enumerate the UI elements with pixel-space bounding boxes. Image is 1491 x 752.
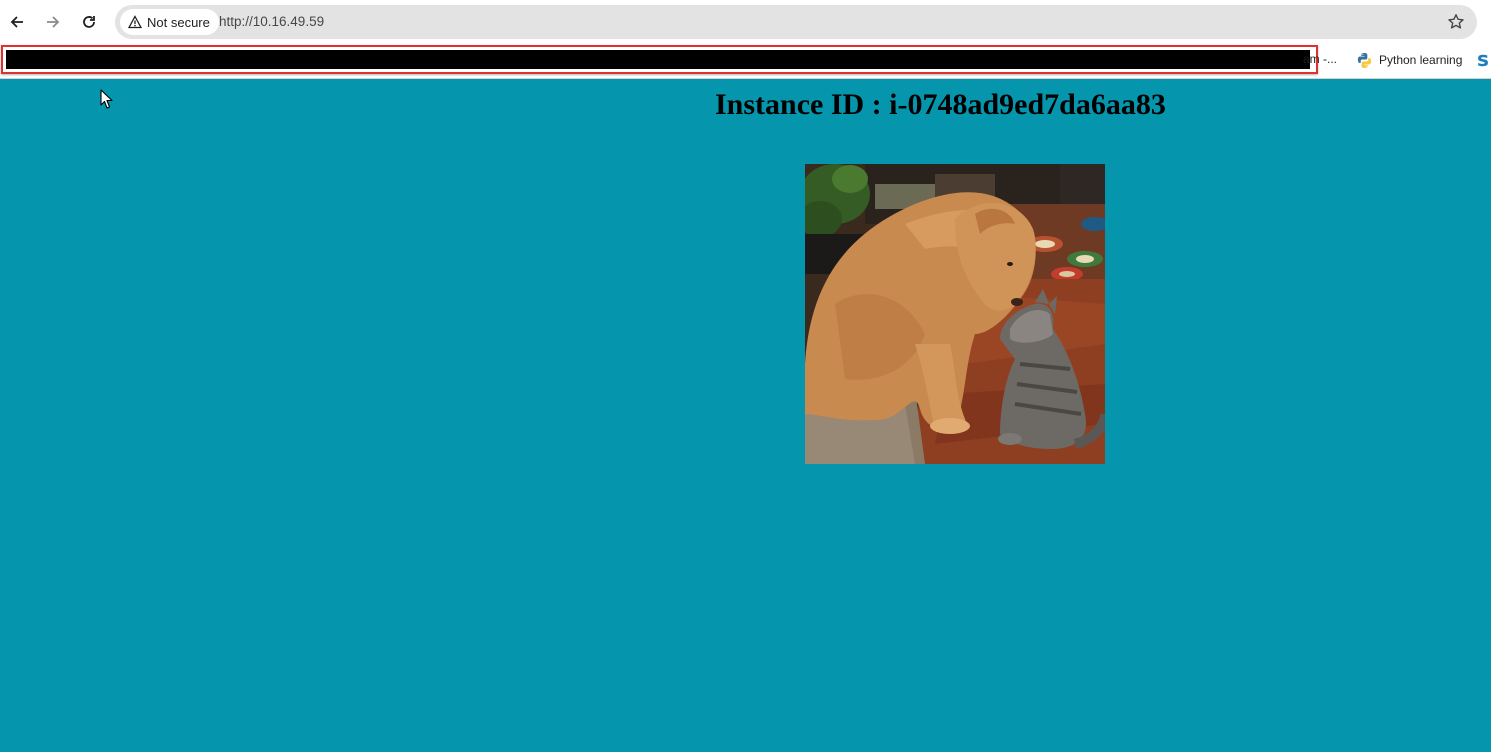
redaction-block <box>6 50 1310 69</box>
bookmark-python-learning[interactable]: Python learning <box>1356 49 1462 71</box>
forward-button[interactable] <box>39 8 67 36</box>
bookmark-truncated[interactable]: am -... <box>1303 52 1337 66</box>
security-chip[interactable]: Not secure <box>120 9 219 35</box>
redacted-bookmarks <box>1 45 1318 74</box>
warning-triangle-icon <box>128 15 142 29</box>
back-arrow-icon <box>10 16 23 28</box>
security-label: Not secure <box>147 14 210 30</box>
browser-toolbar: Not secure http://10.16.49.59 <box>0 0 1491 43</box>
mouse-cursor-icon <box>100 89 113 109</box>
dog-and-cat-photo <box>805 164 1105 464</box>
bookmark-python-label: Python learning <box>1379 53 1463 67</box>
reload-icon <box>83 16 95 28</box>
python-logo-icon <box>1357 52 1372 68</box>
bookmarks-bar: am -... Python learning s <box>0 43 1491 79</box>
instance-id-heading: Instance ID : i-0748ad9ed7da6aa83 <box>715 88 1166 121</box>
reload-button[interactable] <box>75 8 103 36</box>
address-bar[interactable]: Not secure http://10.16.49.59 <box>115 5 1477 39</box>
bookmark-partial-icon[interactable]: s <box>1477 47 1489 71</box>
forward-arrow-icon <box>47 16 60 28</box>
url-text[interactable]: http://10.16.49.59 <box>219 14 324 29</box>
back-button[interactable] <box>3 8 31 36</box>
star-icon[interactable] <box>1447 13 1465 31</box>
